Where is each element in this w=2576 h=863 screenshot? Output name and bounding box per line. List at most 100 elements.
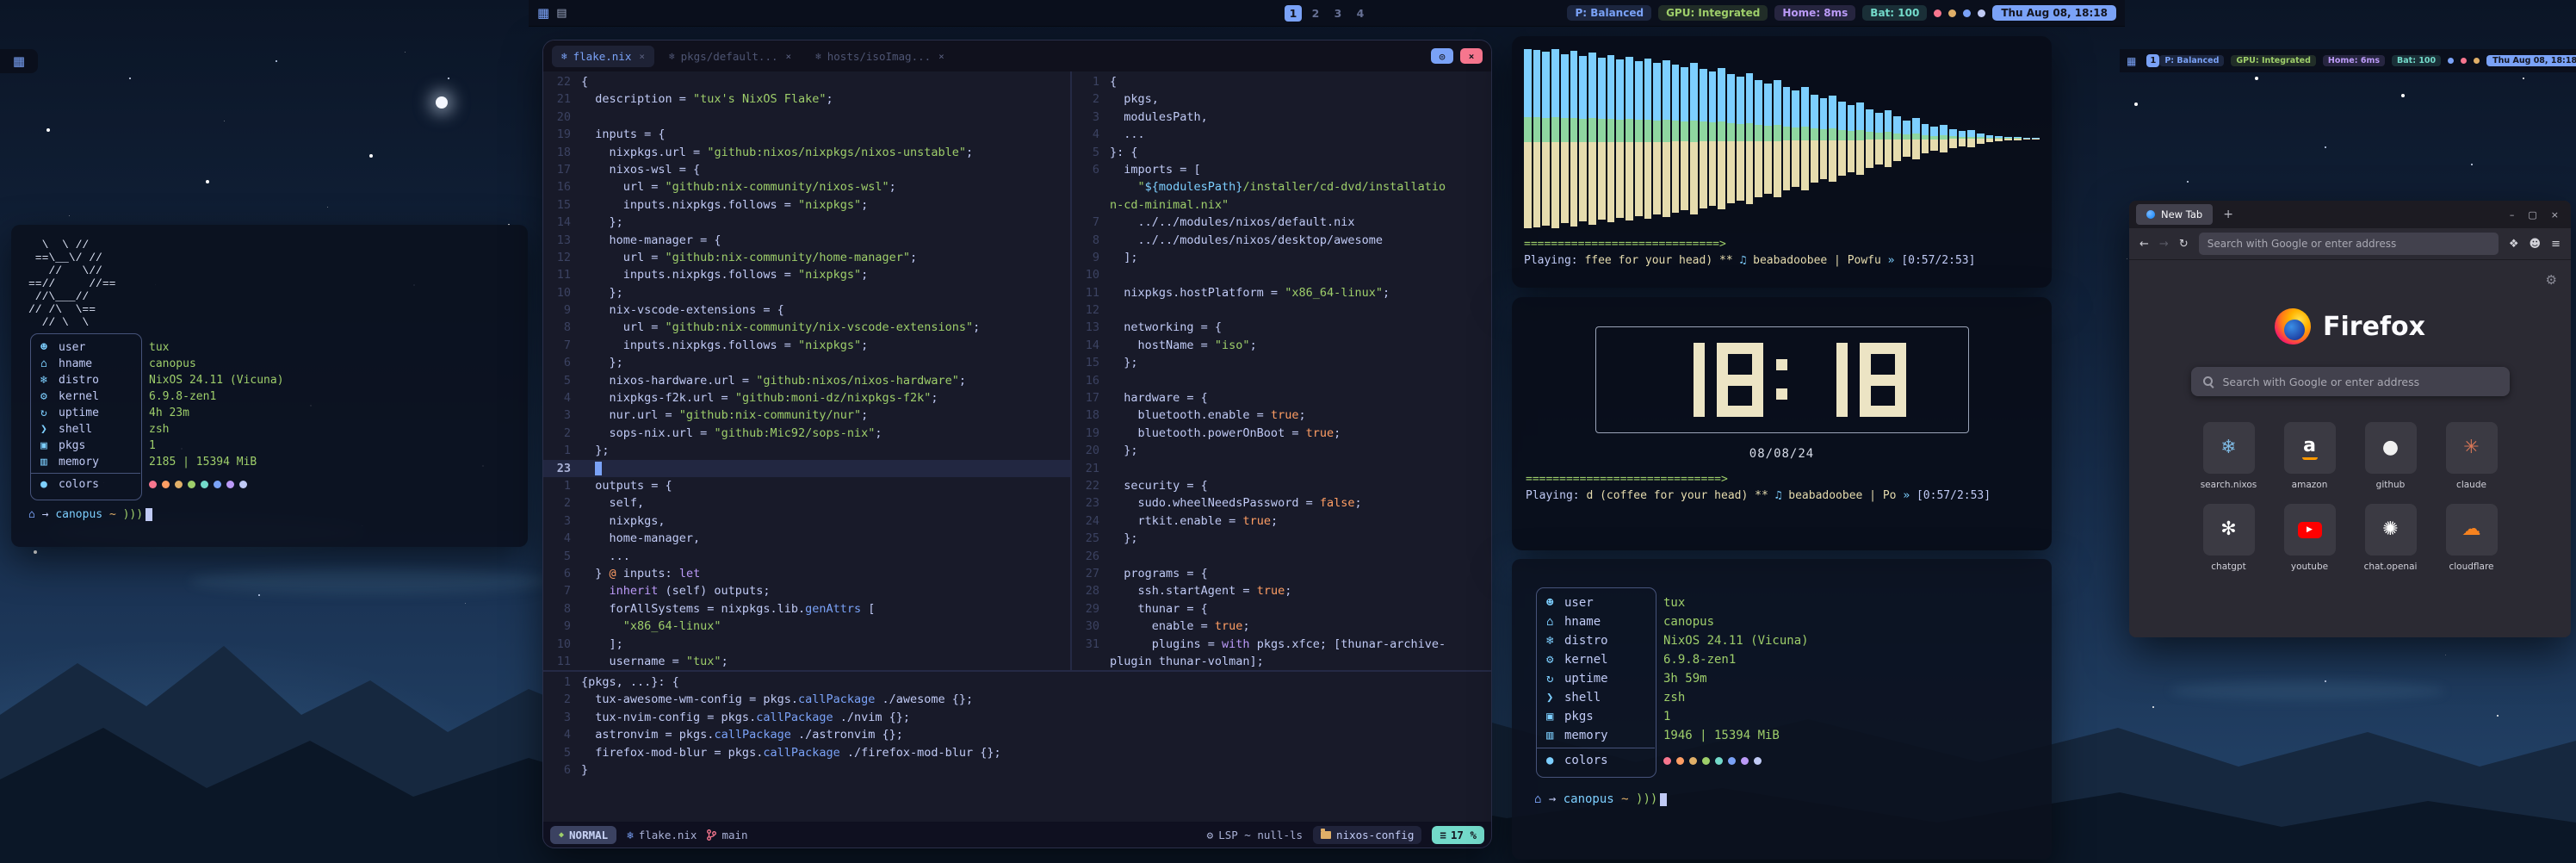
menu-grid-icon[interactable]: ▦ bbox=[2127, 56, 2136, 66]
code-line[interactable]: 6 }; bbox=[543, 354, 1070, 371]
tray-icon[interactable] bbox=[1934, 9, 1941, 17]
tab-close-icon[interactable]: × bbox=[639, 51, 645, 62]
code-line[interactable]: 29 thunar = { bbox=[1072, 600, 1491, 618]
code-line[interactable]: 18 bluetooth.enable = true; bbox=[1072, 407, 1491, 424]
shortcut-tile[interactable]: ●github bbox=[2355, 422, 2427, 490]
code-line[interactable]: 9 "x86_64-linux" bbox=[543, 618, 1070, 635]
new-tab-button[interactable]: + bbox=[2223, 208, 2233, 221]
code-line[interactable]: 23 sudo.wheelNeedsPassword = false; bbox=[1072, 494, 1491, 512]
workspace-button[interactable]: 4 bbox=[1352, 5, 1369, 22]
code-line[interactable]: 10 }; bbox=[543, 284, 1070, 301]
tabbar-toggle-button[interactable]: ◎ bbox=[1431, 48, 1453, 64]
code-line[interactable]: 22 security = { bbox=[1072, 477, 1491, 494]
code-line[interactable]: 9 nix-vscode-extensions = { bbox=[543, 301, 1070, 319]
urlbar[interactable]: Search with Google or enter address bbox=[2199, 233, 2499, 255]
code-line[interactable]: 2 sops-nix.url = "github:Mic92/sops-nix"… bbox=[543, 425, 1070, 442]
back-button[interactable]: ← bbox=[2139, 238, 2149, 251]
code-line[interactable]: 1 }; bbox=[543, 442, 1070, 459]
tray-icon[interactable] bbox=[2448, 58, 2454, 64]
code-line[interactable]: 10 ]; bbox=[543, 636, 1070, 653]
window-close-button[interactable]: × bbox=[2551, 209, 2559, 220]
forward-button[interactable]: → bbox=[2159, 238, 2169, 251]
shortcut-tile[interactable]: ❄search.nixos bbox=[2193, 422, 2265, 490]
code-line[interactable]: 4 home-manager, bbox=[543, 530, 1070, 547]
status-pill[interactable]: Bat: 100 bbox=[2392, 55, 2441, 66]
tray-icon[interactable] bbox=[1948, 9, 1956, 17]
shortcut-tile[interactable]: ☁cloudflare bbox=[2436, 504, 2508, 572]
shortcut-tile[interactable]: ✻chatgpt bbox=[2193, 504, 2265, 572]
code-line[interactable]: n-cd-minimal.nix" bbox=[1072, 196, 1491, 214]
code-line[interactable]: 2 tux-awesome-wm-config = pkgs.callPacka… bbox=[543, 691, 1491, 708]
code-line[interactable]: 7 inherit (self) outputs; bbox=[543, 582, 1070, 599]
code-line[interactable]: 4 ... bbox=[1072, 126, 1491, 143]
tray-icon[interactable] bbox=[2461, 58, 2467, 64]
code-line[interactable]: 14 }; bbox=[543, 214, 1070, 231]
settings-gear-icon[interactable]: ⚙ bbox=[2546, 272, 2557, 288]
code-line[interactable]: 23 bbox=[543, 460, 1070, 477]
code-line[interactable]: 6 } @ inputs: let bbox=[543, 565, 1070, 582]
tray-icon[interactable] bbox=[1978, 9, 1985, 17]
status-pill[interactable]: Home: 8ms bbox=[1774, 5, 1855, 21]
tray-icon[interactable] bbox=[1963, 9, 1971, 17]
code-line[interactable]: 1 outputs = { bbox=[543, 477, 1070, 494]
code-line[interactable]: 2 pkgs, bbox=[1072, 90, 1491, 108]
code-line[interactable]: plugin thunar-volman]; bbox=[1072, 653, 1491, 670]
code-line[interactable]: 17 hardware = { bbox=[1072, 389, 1491, 407]
menu-grid-icon[interactable]: ▦ bbox=[537, 7, 549, 20]
code-line[interactable]: "${modulesPath}/installer/cd-dvd/install… bbox=[1072, 178, 1491, 196]
code-line[interactable]: 9 ]; bbox=[1072, 249, 1491, 266]
code-line[interactable]: 3 tux-nvim-config = pkgs.callPackage ./n… bbox=[543, 709, 1491, 726]
code-line[interactable]: 10 bbox=[1072, 266, 1491, 283]
code-line[interactable]: 16 url = "github:nix-community/nixos-wsl… bbox=[543, 178, 1070, 196]
profile-icon[interactable]: ☻ bbox=[2530, 238, 2542, 251]
newtab-search[interactable]: Search with Google or enter address bbox=[2191, 367, 2510, 396]
terminal-prompt[interactable]: ⌂ → canopus ~ ))) bbox=[28, 508, 511, 521]
tabbar-close-button[interactable]: × bbox=[1460, 48, 1483, 64]
code-line[interactable]: 6 imports = [ bbox=[1072, 161, 1491, 178]
code-line[interactable]: 15 }; bbox=[1072, 354, 1491, 371]
status-pill[interactable]: Bat: 100 bbox=[1862, 5, 1927, 21]
code-line[interactable]: 8 ../../modules/nixos/desktop/awesome bbox=[1072, 232, 1491, 249]
code-line[interactable]: 22{ bbox=[543, 73, 1070, 90]
code-line[interactable]: 12 bbox=[1072, 301, 1491, 319]
menu-icon[interactable]: ≡ bbox=[2551, 238, 2561, 251]
status-pill[interactable]: GPU: Integrated bbox=[2231, 55, 2316, 66]
code-line[interactable]: 6} bbox=[543, 761, 1491, 779]
code-line[interactable]: 5}: { bbox=[1072, 144, 1491, 161]
status-pill[interactable]: P: Balanced bbox=[1567, 5, 1651, 21]
editor-tab[interactable]: ❄hosts/isoImag...× bbox=[806, 46, 954, 67]
shortcut-tile[interactable]: ✺chat.openai bbox=[2355, 504, 2427, 572]
tray-icon[interactable] bbox=[2474, 58, 2480, 64]
code-line[interactable]: 26 bbox=[1072, 548, 1491, 565]
code-line[interactable]: 16 bbox=[1072, 372, 1491, 389]
layout-icon[interactable]: ▤ bbox=[556, 8, 567, 19]
code-line[interactable]: 21 bbox=[1072, 460, 1491, 477]
shortcut-tile[interactable]: ✳claude bbox=[2436, 422, 2508, 490]
code-line[interactable]: 19 inputs = { bbox=[543, 126, 1070, 143]
code-line[interactable]: 12 url = "github:nix-community/home-mana… bbox=[543, 249, 1070, 266]
code-line[interactable]: 8 forAllSystems = nixpkgs.lib.genAttrs [ bbox=[543, 600, 1070, 618]
editor-pane-right[interactable]: 1{2 pkgs,3 modulesPath,4 ...5}: {6 impor… bbox=[1072, 71, 1491, 670]
shortcut-tile[interactable]: aamazon bbox=[2274, 422, 2346, 490]
code-line[interactable]: 3 modulesPath, bbox=[1072, 109, 1491, 126]
code-line[interactable]: 8 url = "github:nix-community/nix-vscode… bbox=[543, 319, 1070, 336]
refresh-button[interactable]: ↻ bbox=[2179, 238, 2189, 251]
code-line[interactable]: 19 bluetooth.powerOnBoot = true; bbox=[1072, 425, 1491, 442]
window-maximize-button[interactable]: ▢ bbox=[2528, 209, 2536, 220]
bar-clock[interactable]: Thu Aug 08, 18:18 bbox=[2486, 55, 2576, 66]
menu-grid-icon[interactable]: ▦ bbox=[13, 55, 25, 68]
code-line[interactable]: 13 networking = { bbox=[1072, 319, 1491, 336]
terminal-prompt[interactable]: ⌂ → canopus ~ ))) bbox=[1534, 792, 2029, 806]
code-line[interactable]: 21 description = "tux's NixOS Flake"; bbox=[543, 90, 1070, 108]
code-line[interactable]: 20 bbox=[543, 109, 1070, 126]
workspace-button[interactable]: 3 bbox=[1329, 5, 1347, 22]
code-line[interactable]: 7 inputs.nixpkgs.follows = "nixpkgs"; bbox=[543, 337, 1070, 354]
editor-tab[interactable]: ❄pkgs/default...× bbox=[659, 46, 801, 67]
code-line[interactable]: 13 home-manager = { bbox=[543, 232, 1070, 249]
code-line[interactable]: 15 inputs.nixpkgs.follows = "nixpkgs"; bbox=[543, 196, 1070, 214]
status-pill[interactable]: P: Balanced bbox=[2159, 55, 2224, 66]
editor-pane-left[interactable]: 22{21 description = "tux's NixOS Flake";… bbox=[543, 71, 1070, 670]
browser-tab[interactable]: New Tab bbox=[2136, 204, 2213, 225]
extensions-icon[interactable]: ❖ bbox=[2509, 238, 2519, 251]
code-line[interactable]: 24 rtkit.enable = true; bbox=[1072, 512, 1491, 530]
